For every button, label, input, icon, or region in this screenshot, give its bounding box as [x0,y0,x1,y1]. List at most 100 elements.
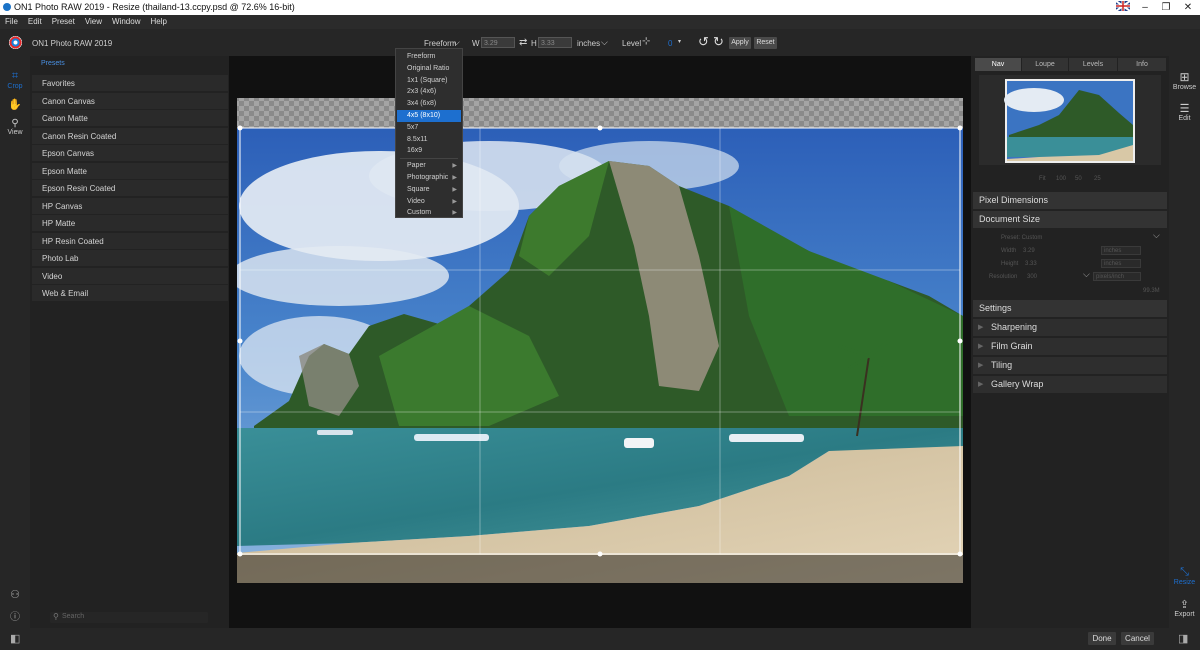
sliders-icon: ☰ [1179,103,1190,115]
height-row-value[interactable]: 3.33 [1025,261,1037,267]
preset-item[interactable]: Web & Email [32,285,228,302]
tiling-section[interactable]: ▶ Tiling [973,357,1167,374]
dropdown-option[interactable]: 8.5x11 [397,134,461,146]
preset-item[interactable]: Canon Canvas [32,92,228,110]
tab-levels[interactable]: Levels [1069,58,1117,71]
preset-item[interactable]: HP Resin Coated [32,232,228,250]
rotate-left-icon[interactable]: ↺ [698,34,709,50]
apply-button[interactable]: Apply [729,37,751,49]
resolution-chevron-icon[interactable]: ⌵ [1083,269,1090,280]
reset-button[interactable]: Reset [754,37,777,49]
help-icon[interactable]: ⓘ [0,608,30,623]
preset-item[interactable]: Epson Resin Coated [32,180,228,197]
dropdown-option[interactable]: Original Ratio [397,63,461,75]
preset-item[interactable]: Video [32,267,228,285]
resolution-row-value[interactable]: 300 [1027,274,1037,280]
level-dropdown-icon[interactable]: ▾ [678,38,681,45]
file-size-readout: 99.3M [1143,288,1160,294]
width-row-value[interactable]: 3.29 [1023,248,1035,254]
image-canvas[interactable] [229,56,971,628]
tab-nav[interactable]: Nav [975,58,1021,71]
units-select[interactable]: inches [577,39,600,48]
cancel-button[interactable]: Cancel [1121,632,1154,645]
width-unit-select[interactable]: inches [1101,246,1141,255]
toolbar: ON1 Photo RAW 2019 Freeform ⌵ W 3.29 ⇄ H… [0,29,1200,56]
menu-help[interactable]: Help [145,15,171,26]
dropdown-submenu[interactable]: Photographic ▶ [397,172,461,184]
pixel-dimensions-header[interactable]: Pixel Dimensions [973,192,1167,209]
dropdown-option[interactable]: 3x4 (6x8) [397,98,461,110]
preset-item[interactable]: Epson Matte [32,162,228,180]
width-input[interactable]: 3.29 [481,37,515,48]
menu-file[interactable]: File [0,15,23,26]
resize-module[interactable]: ⤡ Resize [1169,566,1200,586]
crop-workspace[interactable] [229,56,971,628]
sharpening-section[interactable]: ▶ Sharpening [973,319,1167,336]
height-unit-select[interactable]: inches [1101,259,1141,268]
submenu-arrow-icon: ▶ [452,186,457,193]
height-input[interactable]: 3.33 [538,37,572,48]
hand-icon[interactable]: ✋ [0,98,30,111]
dropdown-option[interactable]: 5x7 [397,122,461,134]
resolution-unit-select[interactable]: pixels/inch [1093,272,1141,281]
preset-chevron-icon[interactable]: ⌵ [1153,230,1160,241]
units-chevron-icon[interactable]: ⌵ [601,37,608,48]
dropdown-option[interactable]: 2x3 (4x6) [397,86,461,98]
preset-item[interactable]: Epson Canvas [32,145,228,162]
account-icon[interactable]: ⚇ [0,588,30,601]
document-size-header[interactable]: Document Size [973,211,1167,228]
dropdown-submenu[interactable]: Custom ▶ [397,207,461,219]
dropdown-option[interactable]: 1x1 (Square) [397,75,461,87]
chevron-down-icon[interactable]: ⌵ [453,37,460,48]
expand-icon: ▶ [978,362,984,369]
dropdown-option[interactable]: 4x5 (8x10) [397,110,461,122]
navigator-preview[interactable] [979,75,1161,165]
dropdown-submenu[interactable]: Paper ▶ [397,160,461,172]
rotate-right-icon[interactable]: ↻ [713,34,724,50]
gallery-wrap-section[interactable]: ▶ Gallery Wrap [973,376,1167,393]
edit-module[interactable]: ☰ Edit [1169,102,1200,122]
settings-header[interactable]: Settings [973,300,1167,317]
level-tool-icon[interactable]: ⊹ [642,36,650,47]
zoom-50[interactable]: 50 [1075,176,1082,182]
restore-button[interactable]: ❐ [1155,1,1177,14]
resize-label: Resize [1173,579,1196,586]
zoom-fit[interactable]: Fit [1039,176,1046,182]
dropdown-submenu-label: Photographic [407,174,449,181]
menu-view[interactable]: View [80,15,107,26]
view-tool[interactable]: ⚲ View [0,118,30,136]
done-button[interactable]: Done [1088,632,1116,645]
export-module[interactable]: ⇪ Export [1169,598,1200,618]
dropdown-option[interactable]: 16x9 [397,145,461,157]
toggle-left-panel-icon[interactable]: ◧ [10,632,20,645]
menu-window[interactable]: Window [107,15,145,26]
film-grain-section[interactable]: ▶ Film Grain [973,338,1167,355]
menu-preset[interactable]: Preset [47,15,80,26]
tab-info[interactable]: Info [1118,58,1166,71]
aspect-select[interactable]: Freeform [424,39,456,48]
menu-edit[interactable]: Edit [23,15,47,26]
zoom-icon: ⚲ [11,118,19,129]
minimize-button[interactable]: – [1134,1,1156,14]
dropdown-option[interactable]: Freeform [397,51,461,63]
browse-module[interactable]: ⊞ Browse [1169,70,1200,91]
crop-tool[interactable]: ⌗ Crop [0,70,30,90]
tab-loupe[interactable]: Loupe [1022,58,1068,71]
preset-item[interactable]: HP Canvas [32,197,228,215]
swap-dimensions-icon[interactable]: ⇄ [519,37,527,48]
preset-item[interactable]: Photo Lab [32,250,228,267]
aspect-ratio-dropdown[interactable]: Freeform Original Ratio 1x1 (Square) 2x3 (4… [395,48,463,218]
close-button[interactable]: ✕ [1177,1,1199,14]
zoom-100[interactable]: 100 [1056,176,1066,182]
dropdown-submenu[interactable]: Square ▶ [397,184,461,196]
preset-item[interactable]: Canon Matte [32,110,228,127]
language-flag-icon[interactable] [1112,0,1134,14]
preset-search-field[interactable]: ⚲ Search [50,612,208,623]
preset-item[interactable]: Canon Resin Coated [32,127,228,145]
preset-item[interactable]: HP Matte [32,215,228,232]
level-value[interactable]: 0 [668,39,672,48]
dropdown-submenu[interactable]: Video ▶ [397,196,461,208]
toggle-right-panel-icon[interactable]: ◨ [1178,632,1188,645]
preset-item[interactable]: Favorites [32,75,228,92]
zoom-25[interactable]: 25 [1094,176,1101,182]
